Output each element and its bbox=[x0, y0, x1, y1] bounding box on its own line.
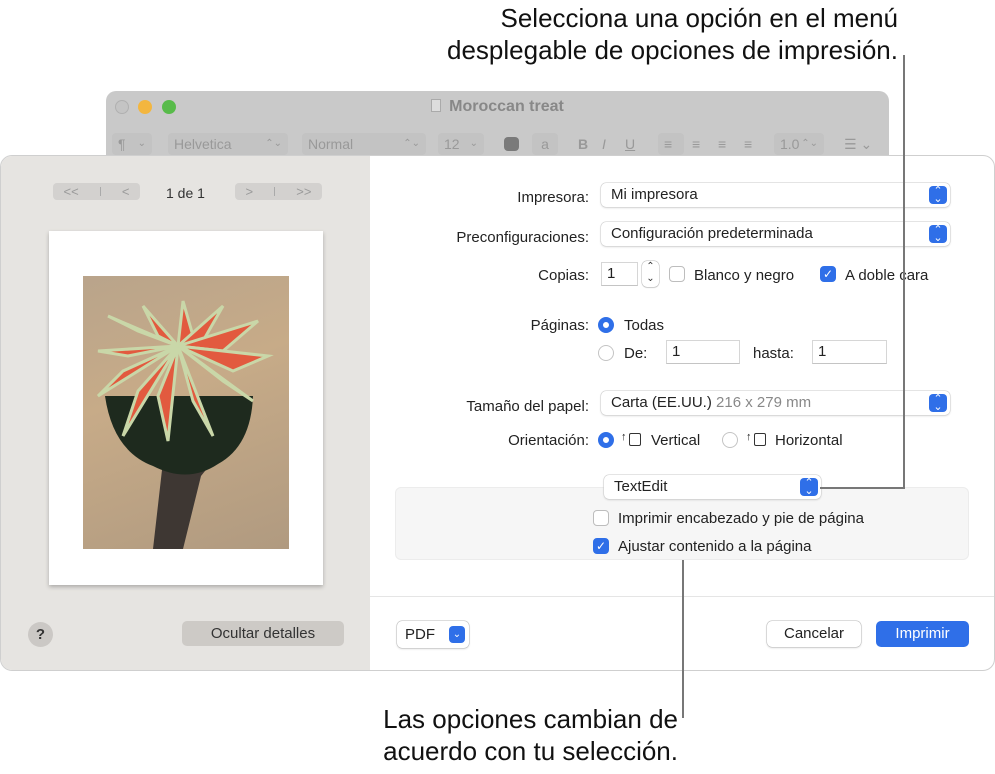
popup-chevron-icon: ⌃ ⌄ bbox=[800, 478, 818, 497]
next-page-button[interactable]: > bbox=[246, 184, 254, 199]
page-nav-forward: > >> bbox=[235, 183, 322, 200]
presets-select[interactable]: Configuración predeterminada ⌃ ⌄ bbox=[601, 222, 950, 246]
font-style-value: Normal bbox=[308, 136, 354, 152]
leader-line-top-horizontal bbox=[820, 487, 905, 489]
header-footer-label: Imprimir encabezado y pie de página bbox=[618, 510, 864, 527]
text-color-well[interactable] bbox=[504, 137, 519, 151]
print-dialog: << < 1 de 1 > >> ? Ocultar detalles Impr… bbox=[0, 155, 995, 671]
page-nav-back: << < bbox=[53, 183, 140, 200]
copies-label: Copias: bbox=[538, 267, 589, 284]
chevron-down-icon: ⌄ bbox=[449, 626, 465, 643]
font-family-select[interactable]: Helvetica ⌃⌄ bbox=[168, 133, 288, 155]
callout-top-line1: Selecciona una opción en el menú bbox=[500, 3, 898, 33]
cancel-button[interactable]: Cancelar bbox=[767, 621, 861, 647]
callout-bottom-line1: Las opciones cambian de bbox=[383, 704, 678, 734]
pdf-menu-button[interactable]: PDF ⌄ bbox=[397, 621, 469, 648]
nav-separator bbox=[99, 187, 101, 196]
watermelon-photo bbox=[83, 276, 289, 549]
line-spacing-select[interactable]: 1.0 ⌃⌄ bbox=[774, 133, 824, 155]
justify-button[interactable]: ≡ bbox=[738, 133, 758, 155]
duplex-checkbox[interactable]: ✓ bbox=[820, 266, 836, 282]
pages-to-label: hasta: bbox=[753, 345, 794, 362]
black-white-checkbox[interactable] bbox=[669, 266, 685, 282]
list-icon[interactable]: ☰ ⌄ bbox=[838, 133, 878, 155]
previous-page-button[interactable]: < bbox=[122, 184, 130, 199]
black-white-label: Blanco y negro bbox=[694, 267, 795, 284]
landscape-label: Horizontal bbox=[775, 432, 843, 449]
duplex-label: A doble cara bbox=[845, 267, 929, 284]
font-family-value: Helvetica bbox=[174, 136, 232, 152]
pdf-label: PDF bbox=[405, 626, 435, 643]
popup-chevron-icon: ⌃ ⌄ bbox=[929, 225, 947, 244]
paragraph-style-button[interactable]: ¶ ⌄ bbox=[112, 133, 152, 155]
callout-options-change: Las opciones cambian de acuerdo con tu s… bbox=[338, 703, 678, 767]
font-style-select[interactable]: Normal ⌃⌄ bbox=[302, 133, 426, 155]
first-page-button[interactable]: << bbox=[64, 184, 79, 199]
landscape-icon bbox=[754, 433, 766, 446]
paper-size-value: Carta (EE.UU.) bbox=[611, 394, 712, 411]
align-right-button[interactable]: ≡ bbox=[712, 133, 732, 155]
orientation-landscape-radio[interactable] bbox=[722, 432, 738, 448]
landscape-arrow-icon: ↑ bbox=[746, 431, 752, 443]
highlight-color-well[interactable]: a bbox=[532, 133, 558, 155]
callout-top-line2: desplegable de opciones de impresión. bbox=[447, 35, 898, 65]
callout-select-option: Selecciona una opción en el menú despleg… bbox=[447, 2, 898, 66]
pages-from-input[interactable]: 1 bbox=[666, 340, 740, 364]
bold-button[interactable]: B bbox=[572, 133, 594, 155]
orientation-portrait-radio[interactable] bbox=[598, 432, 614, 448]
leader-line-bottom bbox=[682, 560, 684, 718]
font-size-select[interactable]: 12 ⌄ bbox=[438, 133, 484, 155]
format-toolbar: ¶ ⌄ Helvetica ⌃⌄ Normal ⌃⌄ 12 ⌄ a B I U ≡ ≡ … bbox=[112, 133, 883, 155]
portrait-arrow-icon: ↑ bbox=[621, 431, 627, 443]
copies-stepper[interactable]: ⌃ ⌄ bbox=[642, 261, 659, 287]
paper-size-label: Tamaño del papel: bbox=[466, 398, 589, 415]
pages-label: Páginas: bbox=[530, 317, 589, 334]
printer-value: Mi impresora bbox=[611, 186, 698, 203]
orientation-label: Orientación: bbox=[508, 432, 589, 449]
print-button[interactable]: Imprimir bbox=[876, 621, 969, 647]
copies-input[interactable]: 1 bbox=[601, 262, 638, 286]
align-center-button[interactable]: ≡ bbox=[686, 133, 706, 155]
page-preview bbox=[49, 231, 323, 585]
paper-size-dimensions: 216 x 279 mm bbox=[716, 394, 812, 411]
presets-value: Configuración predeterminada bbox=[611, 225, 813, 242]
font-size-value: 12 bbox=[444, 136, 460, 152]
underline-button[interactable]: U bbox=[619, 133, 641, 155]
window-title: Moroccan treat bbox=[106, 98, 889, 116]
paper-size-select[interactable]: Carta (EE.UU.) 216 x 279 mm ⌃ ⌄ bbox=[601, 391, 950, 415]
presets-label: Preconfiguraciones: bbox=[456, 229, 589, 246]
line-spacing-value: 1.0 bbox=[780, 136, 800, 152]
pages-all-radio[interactable] bbox=[598, 317, 614, 333]
last-page-button[interactable]: >> bbox=[296, 184, 311, 199]
hide-details-button[interactable]: Ocultar detalles bbox=[182, 621, 344, 646]
window-title-text: Moroccan treat bbox=[449, 98, 564, 115]
nav-separator bbox=[274, 187, 276, 196]
portrait-icon bbox=[629, 433, 641, 446]
print-options-value: TextEdit bbox=[614, 478, 668, 495]
paragraph-icon: ¶ bbox=[118, 136, 126, 152]
print-options-menu[interactable]: TextEdit ⌃ ⌄ bbox=[604, 475, 821, 499]
italic-button[interactable]: I bbox=[596, 133, 612, 155]
printer-select[interactable]: Mi impresora ⌃ ⌄ bbox=[601, 183, 950, 207]
preview-pane: << < 1 de 1 > >> ? Ocultar detalles bbox=[1, 156, 370, 670]
leader-line-top-vertical bbox=[903, 55, 905, 489]
watermelon-illustration bbox=[96, 300, 274, 549]
callout-bottom-line2: acuerdo con tu selección. bbox=[383, 736, 678, 766]
fit-content-checkbox[interactable]: ✓ bbox=[593, 538, 609, 554]
printer-label: Impresora: bbox=[517, 189, 589, 206]
document-icon bbox=[431, 99, 442, 112]
pages-all-label: Todas bbox=[624, 317, 665, 334]
portrait-label: Vertical bbox=[651, 432, 701, 449]
header-footer-checkbox[interactable] bbox=[593, 510, 609, 526]
align-left-button[interactable]: ≡ bbox=[658, 133, 684, 155]
pages-from-label: De: bbox=[624, 345, 648, 362]
popup-chevron-icon: ⌃ ⌄ bbox=[929, 186, 947, 205]
fit-content-label: Ajustar contenido a la página bbox=[618, 538, 812, 555]
pages-range-radio[interactable] bbox=[598, 345, 614, 361]
popup-chevron-icon: ⌃ ⌄ bbox=[929, 394, 947, 413]
page-count: 1 de 1 bbox=[166, 185, 205, 201]
help-button[interactable]: ? bbox=[28, 622, 53, 647]
pages-to-input[interactable]: 1 bbox=[812, 340, 887, 364]
